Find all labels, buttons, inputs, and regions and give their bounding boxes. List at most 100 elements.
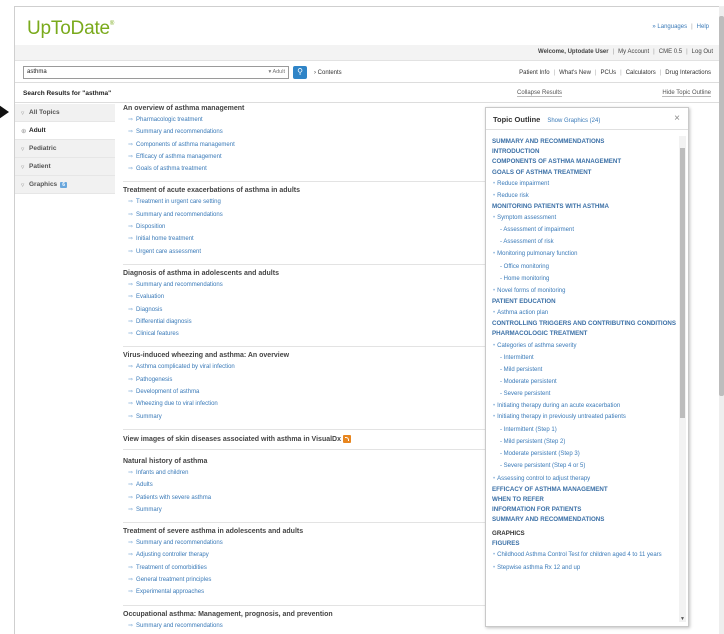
topic-section-link[interactable]: ⇒ Summary	[123, 413, 485, 425]
topic-section-link[interactable]: ⇒ Summary and recommendations	[123, 211, 485, 223]
topic-section-link[interactable]: ⇒ Infants and children	[123, 469, 485, 481]
outline-section-link[interactable]: SUMMARY AND RECOMMENDATIONS	[492, 515, 676, 525]
outline-section-link[interactable]: INTRODUCTION	[492, 147, 676, 157]
topic-section-link[interactable]: ⇒ Evaluation	[123, 293, 485, 305]
nav-pcus[interactable]: PCUs	[600, 70, 616, 76]
topic-section-link[interactable]: ⇒ Asthma complicated by viral infection	[123, 363, 485, 375]
outline-section-link[interactable]: CONTROLLING TRIGGERS AND CONTRIBUTING CO…	[492, 319, 676, 329]
sidebar-item-pediatric[interactable]: ▿ Pediatric	[15, 140, 115, 158]
outline-subsection-link[interactable]: • Reduce risk	[492, 190, 676, 202]
topic-section-link[interactable]: ⇒ Development of asthma	[123, 388, 485, 400]
outline-subsection-link[interactable]: • Assessing control to adjust therapy	[492, 473, 676, 485]
population-select[interactable]: ▾ Adult	[268, 69, 285, 75]
topic-section-link[interactable]: ⇒ Summary and recommendations	[123, 281, 485, 293]
outline-subsection-link[interactable]: - Assessment of risk	[492, 236, 676, 248]
outline-subsection-link[interactable]: - Moderate persistent	[492, 376, 676, 388]
topic-section-link[interactable]: ⇒ Adjusting controller therapy	[123, 551, 485, 563]
outline-section-link[interactable]: SUMMARY AND RECOMMENDATIONS	[492, 137, 676, 147]
topic-title-link[interactable]: Treatment of acute exacerbations of asth…	[123, 187, 485, 194]
outline-subsection-link[interactable]: - Intermittent	[492, 352, 676, 364]
topic-section-link[interactable]: ⇒ Experimental approaches	[123, 588, 485, 600]
outline-subsection-link[interactable]: • Categories of asthma severity	[492, 340, 676, 352]
topic-section-link[interactable]: ⇒ Urgent care assessment	[123, 248, 485, 260]
outline-subsection-link[interactable]: • Reduce impairment	[492, 178, 676, 190]
topic-section-link[interactable]: ⇒ Initial home treatment	[123, 235, 485, 247]
outline-section-link[interactable]: FIGURES	[492, 539, 676, 549]
uptodate-logo[interactable]: UpToDate®	[27, 18, 114, 40]
topic-section-link[interactable]: ⇒ Treatment in urgent care setting	[123, 198, 485, 210]
outline-section-link[interactable]: INFORMATION FOR PATIENTS	[492, 505, 676, 515]
show-graphics-link[interactable]: Show Graphics (24)	[547, 118, 600, 124]
topic-title-link[interactable]: Diagnosis of asthma in adolescents and a…	[123, 270, 485, 277]
outline-subsection-link[interactable]: • Initiating therapy during an acute exac…	[492, 400, 676, 412]
outline-subsection-link[interactable]: • Stepwise asthma Rx 12 and up	[492, 562, 676, 574]
outline-subsection-link[interactable]: - Assessment of impairment	[492, 224, 676, 236]
outline-section-link[interactable]: COMPONENTS OF ASTHMA MANAGEMENT	[492, 157, 676, 167]
topic-section-link[interactable]: ⇒ Treatment of comorbidities	[123, 564, 485, 576]
outline-subsection-link[interactable]: • Monitoring pulmonary function	[492, 248, 676, 260]
topic-section-link[interactable]: ⇒ Adults	[123, 481, 485, 493]
outline-section-link[interactable]: PATIENT EDUCATION	[492, 297, 676, 307]
outline-section-link[interactable]: GOALS OF ASTHMA TREATMENT	[492, 168, 676, 178]
outline-subsection-link[interactable]: • Novel forms of monitoring	[492, 285, 676, 297]
nav-patient-info[interactable]: Patient Info	[519, 70, 549, 76]
outline-subsection-link[interactable]: • Asthma action plan	[492, 307, 676, 319]
topic-section-link[interactable]: ⇒ Summary and recommendations	[123, 539, 485, 551]
outline-section-link[interactable]: EFFICACY OF ASTHMA MANAGEMENT	[492, 485, 676, 495]
outline-subsection-link[interactable]: • Symptom assessment	[492, 212, 676, 224]
nav-whats-new[interactable]: What's New	[559, 70, 591, 76]
search-button[interactable]: ⚲	[293, 66, 307, 79]
visualdx-link[interactable]: View images of skin diseases associated …	[123, 434, 485, 450]
sidebar-item-patient[interactable]: ▿ Patient	[15, 158, 115, 176]
outline-section-link[interactable]: PHARMACOLOGIC TREATMENT	[492, 329, 676, 339]
topic-title-link[interactable]: Natural history of asthma	[123, 458, 485, 465]
outline-scroll-thumb[interactable]	[680, 148, 685, 418]
nav-calculators[interactable]: Calculators	[626, 70, 656, 76]
topic-section-link[interactable]: ⇒ Summary and recommendations	[123, 128, 485, 140]
outline-subsection-link[interactable]: • Initiating therapy in previously untrea…	[492, 412, 676, 424]
hide-topic-outline-link[interactable]: Hide Topic Outline	[662, 90, 711, 97]
topic-title-link[interactable]: An overview of asthma management	[123, 105, 485, 112]
outline-section-link[interactable]: MONITORING PATIENTS WITH ASTHMA	[492, 202, 676, 212]
nav-drug-interactions[interactable]: Drug Interactions	[665, 70, 711, 76]
topic-section-link[interactable]: ⇒ Goals of asthma treatment	[123, 165, 485, 177]
topic-section-link[interactable]: ⇒ Components of asthma management	[123, 141, 485, 153]
topic-section-link[interactable]: ⇒ Pathogenesis	[123, 376, 485, 388]
outline-subsection-link[interactable]: - Moderate persistent (Step 3)	[492, 448, 676, 460]
search-input[interactable]: asthma ▾ Adult	[23, 66, 289, 79]
topic-section-link[interactable]: ⇒ Efficacy of asthma management	[123, 153, 485, 165]
topic-section-link[interactable]: ⇒ Patients with severe asthma	[123, 494, 485, 506]
sidebar-item-adult[interactable]: ⊕ Adult	[15, 122, 115, 140]
topic-section-link[interactable]: ⇒ Wheezing due to viral infection	[123, 400, 485, 412]
help-link[interactable]: Help	[697, 24, 709, 30]
topic-section-link[interactable]: ⇒ General treatment principles	[123, 576, 485, 588]
topic-section-link[interactable]: ⇒ Pharmacologic treatment	[123, 116, 485, 128]
topic-section-link[interactable]: ⇒ Clinical features	[123, 330, 485, 342]
outline-section-link[interactable]: WHEN TO REFER	[492, 495, 676, 505]
logout-link[interactable]: Log Out	[692, 49, 713, 55]
page-scrollbar[interactable]	[719, 6, 724, 634]
page-scroll-thumb[interactable]	[719, 16, 724, 396]
outline-subsection-link[interactable]: - Mild persistent	[492, 364, 676, 376]
topic-section-link[interactable]: ⇒ Diagnosis	[123, 306, 485, 318]
topic-section-link[interactable]: ⇒ Disposition	[123, 223, 485, 235]
topic-section-link[interactable]: ⇒ Summary and recommendations	[123, 622, 485, 634]
contents-link[interactable]: › Contents	[314, 70, 342, 76]
outline-subsection-link[interactable]: - Home monitoring	[492, 273, 676, 285]
collapse-results-link[interactable]: Collapse Results	[517, 90, 563, 97]
outline-subsection-link[interactable]: - Severe persistent	[492, 388, 676, 400]
outline-subsection-link[interactable]: - Severe persistent (Step 4 or 5)	[492, 460, 676, 472]
sidebar-item-all-topics[interactable]: ▿ All Topics	[15, 104, 115, 122]
topic-section-link[interactable]: ⇒ Differential diagnosis	[123, 318, 485, 330]
languages-link[interactable]: » Languages	[652, 24, 687, 30]
outline-subsection-link[interactable]: - Mild persistent (Step 2)	[492, 436, 676, 448]
my-account-link[interactable]: My Account	[618, 49, 649, 55]
cme-link[interactable]: CME 0.5	[659, 49, 682, 55]
topic-title-link[interactable]: Virus-induced wheezing and asthma: An ov…	[123, 352, 485, 359]
topic-title-link[interactable]: Treatment of severe asthma in adolescent…	[123, 528, 485, 535]
outline-subsection-link[interactable]: • Childhood Asthma Control Test for child…	[492, 550, 676, 562]
outline-scrollbar[interactable]: ▼	[679, 136, 686, 622]
scroll-down-icon[interactable]: ▼	[679, 616, 686, 622]
sidebar-item-graphics[interactable]: ▿ Graphics 6	[15, 176, 115, 194]
topic-title-link[interactable]: Occupational asthma: Management, prognos…	[123, 611, 485, 618]
